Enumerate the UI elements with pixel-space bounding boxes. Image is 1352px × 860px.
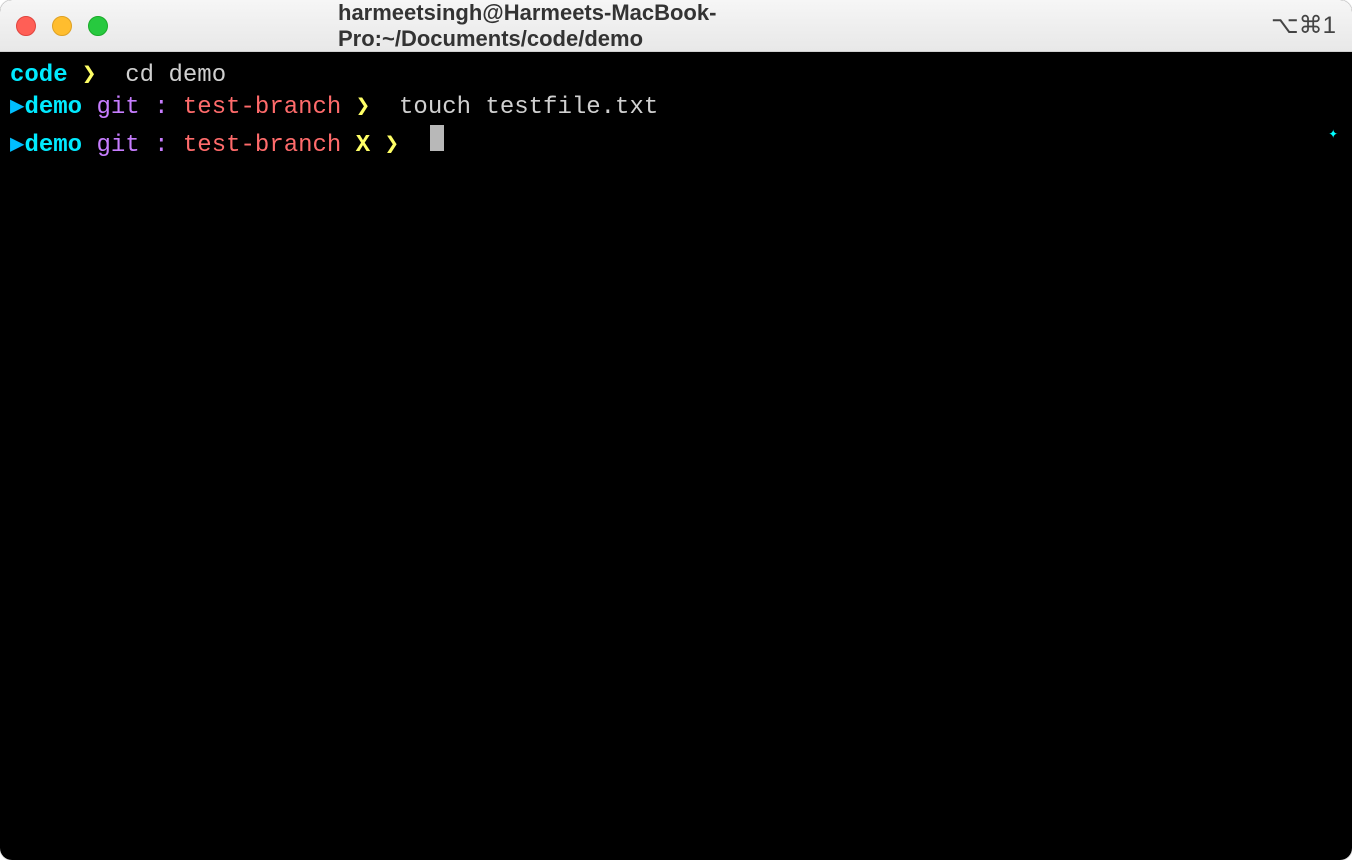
terminal-segment: test-branch: [183, 130, 341, 162]
terminal-segment: ❯: [82, 60, 96, 92]
terminal-line: ▶demo git : test-branch X ❯: [10, 125, 1342, 162]
traffic-lights: [16, 16, 108, 36]
terminal-segment: ❯: [385, 130, 399, 162]
window-title: harmeetsingh@Harmeets-MacBook-Pro:~/Docu…: [338, 0, 1014, 52]
terminal-segment: [169, 92, 183, 124]
terminal-segment: ❯: [356, 92, 370, 124]
terminal-segment: :: [154, 130, 168, 162]
terminal-segment: [341, 130, 355, 162]
minimize-icon[interactable]: [52, 16, 72, 36]
terminal-segment: [370, 130, 384, 162]
terminal-segment: [140, 92, 154, 124]
terminal-segment: ▶: [10, 130, 24, 162]
terminal-segment: cd demo: [125, 60, 226, 92]
cursor-icon: [430, 125, 444, 151]
terminal-segment: [341, 92, 355, 124]
terminal-segment: [399, 130, 428, 162]
terminal-segment: [82, 92, 96, 124]
zoom-icon[interactable]: [88, 16, 108, 36]
terminal-segment: [140, 130, 154, 162]
terminal-segment: test-branch: [183, 92, 341, 124]
terminal-window: harmeetsingh@Harmeets-MacBook-Pro:~/Docu…: [0, 0, 1352, 860]
terminal-segment: git: [96, 130, 139, 162]
terminal-segment: [68, 60, 82, 92]
terminal-segment: [370, 92, 399, 124]
terminal-segment: [82, 130, 96, 162]
terminal-segment: X: [356, 130, 370, 162]
terminal-segment: demo: [24, 92, 82, 124]
terminal-segment: [96, 60, 125, 92]
terminal-body[interactable]: code ❯ cd demo▶demo git : test-branch ❯ …: [0, 52, 1352, 860]
terminal-line: code ❯ cd demo: [10, 60, 1342, 92]
terminal-segment: ▶: [10, 92, 24, 124]
terminal-line: ▶demo git : test-branch ❯ touch testfile…: [10, 92, 1342, 124]
star-icon: ✦: [1328, 124, 1338, 146]
terminal-segment: [169, 130, 183, 162]
shortcut-indicator: ⌥⌘1: [1271, 11, 1336, 40]
titlebar[interactable]: harmeetsingh@Harmeets-MacBook-Pro:~/Docu…: [0, 0, 1352, 52]
terminal-segment: demo: [24, 130, 82, 162]
terminal-segment: :: [154, 92, 168, 124]
terminal-segment: git: [96, 92, 139, 124]
terminal-segment: code: [10, 60, 68, 92]
terminal-segment: touch testfile.txt: [399, 92, 658, 124]
close-icon[interactable]: [16, 16, 36, 36]
